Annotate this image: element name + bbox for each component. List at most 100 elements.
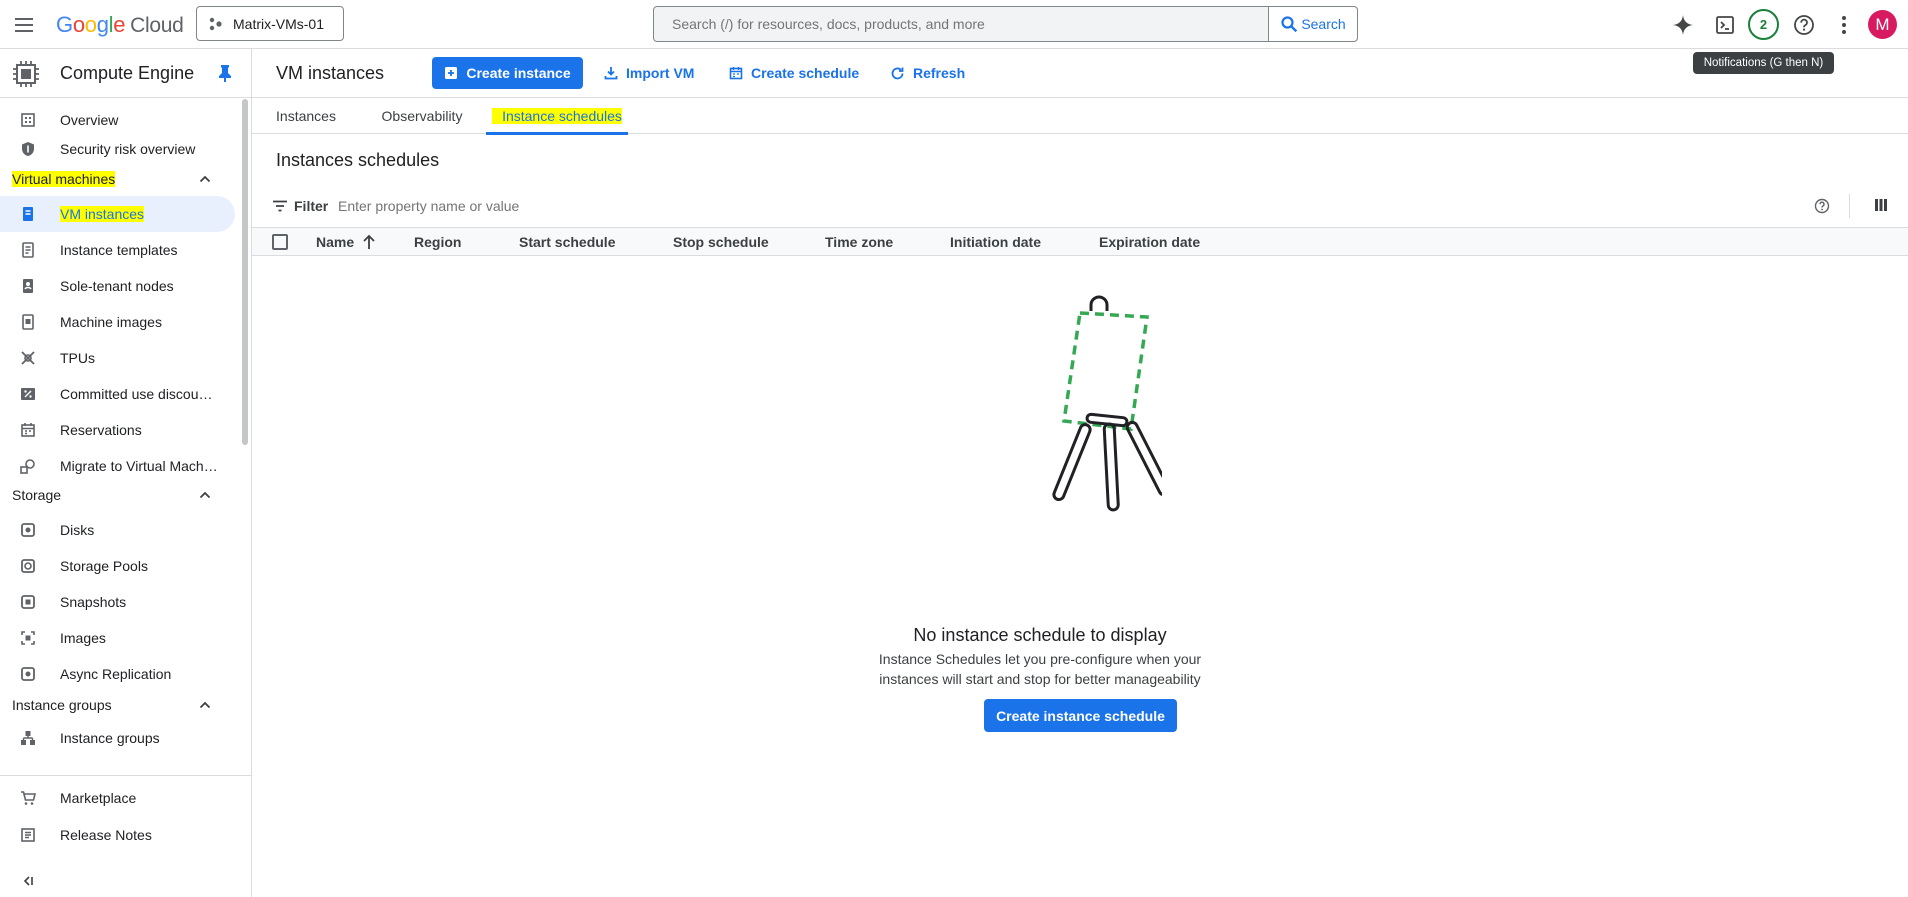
- project-name: Matrix-VMs-01: [233, 15, 325, 32]
- sidebar-item-marketplace[interactable]: Marketplace: [0, 780, 235, 816]
- sidebar-header: Compute Engine: [0, 49, 251, 98]
- add-box-icon: [444, 66, 458, 80]
- calendar-icon: [20, 422, 36, 438]
- tab-observability[interactable]: Observability: [362, 98, 482, 134]
- cart-icon: [20, 790, 36, 806]
- overview-icon: [20, 112, 36, 128]
- tab-instance-schedules[interactable]: Instance schedules: [486, 98, 628, 135]
- sidebar-scrollbar[interactable]: [242, 99, 248, 445]
- instance-groups-icon: [20, 730, 36, 746]
- sidebar-section-virtual-machines[interactable]: Virtual machines: [0, 162, 235, 196]
- gemini-sparkle-icon[interactable]: [1670, 12, 1696, 38]
- sidebar-nav: Overview Security risk overview Virtual …: [0, 98, 240, 833]
- storage-pool-icon: [20, 558, 36, 574]
- chevron-up-icon: [198, 698, 212, 712]
- download-icon: [604, 66, 618, 80]
- column-region[interactable]: Region: [414, 234, 461, 250]
- machine-image-icon: [20, 314, 36, 330]
- chevron-up-icon: [198, 172, 212, 186]
- chevron-up-icon: [198, 488, 212, 502]
- search-button-label: Search: [1301, 16, 1346, 32]
- sidebar-item-sole-tenant-nodes[interactable]: Sole-tenant nodes: [0, 268, 235, 304]
- create-instance-schedule-button[interactable]: Create instance schedule: [984, 699, 1177, 732]
- cloud-shell-icon[interactable]: [1712, 12, 1738, 38]
- table-header: Name Region Start schedule Stop schedule…: [252, 227, 1908, 256]
- notifications-button[interactable]: 2: [1748, 9, 1779, 40]
- search-icon: [1280, 15, 1298, 33]
- sidebar-item-instance-templates[interactable]: Instance templates: [0, 232, 235, 268]
- sidebar-bottom: Marketplace Release Notes: [0, 775, 251, 843]
- easel-illustration: [1002, 295, 1162, 550]
- sidebar-item-async-replication[interactable]: Async Replication: [0, 656, 235, 692]
- sidebar-item-snapshots[interactable]: Snapshots: [0, 584, 235, 620]
- main-content: VM instances Create instance Import VM C…: [252, 49, 1908, 897]
- sidebar-item-storage-pools[interactable]: Storage Pools: [0, 548, 235, 584]
- calendar-icon: [729, 66, 743, 80]
- column-name[interactable]: Name: [316, 234, 354, 250]
- action-bar: VM instances Create instance Import VM C…: [252, 49, 1908, 98]
- search-input[interactable]: [654, 7, 1268, 41]
- tab-bar: Instances Observability Instance schedul…: [252, 98, 1908, 135]
- sidebar-item-images[interactable]: Images: [0, 620, 235, 656]
- divider: [1849, 194, 1850, 218]
- notes-icon: [20, 827, 36, 843]
- create-instance-button[interactable]: Create instance: [432, 57, 583, 89]
- sidebar-item-instance-groups[interactable]: Instance groups: [0, 720, 235, 756]
- project-picker-button[interactable]: Matrix-VMs-01: [196, 6, 344, 41]
- disk-icon: [20, 522, 36, 538]
- sidebar: Compute Engine Overview Security risk ov…: [0, 49, 252, 897]
- more-vert-icon[interactable]: [1831, 12, 1857, 38]
- product-title: Compute Engine: [60, 63, 195, 83]
- vm-instance-icon: [20, 206, 36, 222]
- pin-icon[interactable]: [218, 64, 232, 82]
- top-bar: GoogleCloud Matrix-VMs-01 Search 2 M: [0, 0, 1908, 49]
- column-display-icon[interactable]: [1874, 198, 1888, 212]
- arrow-up-icon[interactable]: [362, 234, 376, 250]
- main-menu-icon[interactable]: [12, 13, 36, 37]
- select-all-checkbox[interactable]: [272, 234, 288, 250]
- page-title: VM instances: [276, 63, 385, 83]
- section-title: Instances schedules: [276, 150, 440, 170]
- collapse-sidebar-icon[interactable]: [22, 875, 34, 887]
- refresh-button[interactable]: Refresh: [890, 57, 965, 89]
- account-avatar[interactable]: M: [1868, 10, 1897, 39]
- search-button[interactable]: Search: [1268, 7, 1357, 41]
- sidebar-item-tpus[interactable]: TPUs: [0, 340, 235, 376]
- column-start-schedule[interactable]: Start schedule: [519, 234, 615, 250]
- sidebar-item-release-notes[interactable]: Release Notes: [0, 817, 235, 853]
- snapshot-icon: [20, 594, 36, 610]
- empty-state-title: No instance schedule to display: [913, 625, 1167, 645]
- import-vm-button[interactable]: Import VM: [604, 57, 694, 89]
- sidebar-section-instance-groups[interactable]: Instance groups: [0, 688, 235, 722]
- sidebar-item-disks[interactable]: Disks: [0, 512, 235, 548]
- filter-input[interactable]: [338, 193, 938, 219]
- filter-icon: [272, 200, 288, 212]
- sidebar-section-storage[interactable]: Storage: [0, 478, 235, 512]
- help-icon[interactable]: [1814, 198, 1830, 214]
- filter-button[interactable]: Filter: [272, 198, 328, 214]
- column-initiation-date[interactable]: Initiation date: [950, 234, 1041, 250]
- sidebar-item-vm-instances[interactable]: VM instances: [0, 196, 235, 232]
- images-icon: [20, 630, 36, 646]
- sidebar-item-reservations[interactable]: Reservations: [0, 412, 235, 448]
- google-cloud-logo[interactable]: Google Cloud: [56, 12, 184, 38]
- empty-state-description: Instance Schedules let you pre-configure…: [878, 651, 1202, 687]
- column-stop-schedule[interactable]: Stop schedule: [673, 234, 769, 250]
- sole-tenant-icon: [20, 278, 36, 294]
- tab-instances[interactable]: Instances: [266, 98, 346, 134]
- compute-engine-icon: [12, 61, 40, 87]
- create-schedule-button[interactable]: Create schedule: [729, 57, 859, 89]
- refresh-icon: [890, 66, 905, 81]
- filter-bar: Filter: [252, 185, 1908, 227]
- sidebar-item-machine-images[interactable]: Machine images: [0, 304, 235, 340]
- search-bar: Search: [653, 6, 1358, 42]
- replication-icon: [20, 666, 36, 682]
- column-expiration-date[interactable]: Expiration date: [1099, 234, 1200, 250]
- tpu-icon: [20, 350, 36, 366]
- migrate-icon: [20, 458, 36, 474]
- column-time-zone[interactable]: Time zone: [825, 234, 893, 250]
- sidebar-item-committed-use-discounts[interactable]: Committed use discou…: [0, 376, 235, 412]
- help-icon[interactable]: [1791, 12, 1817, 38]
- project-icon: [209, 17, 223, 31]
- template-icon: [20, 242, 36, 258]
